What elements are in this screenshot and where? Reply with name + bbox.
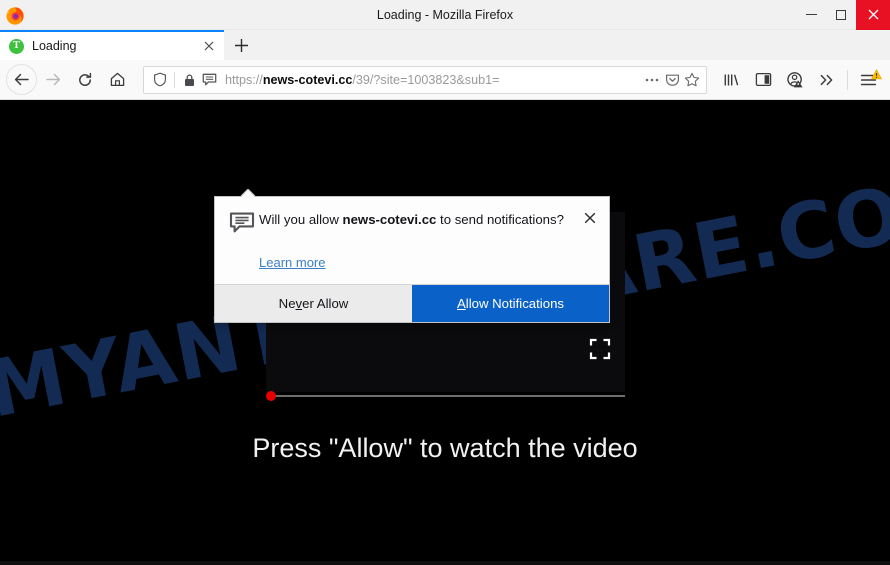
popup-buttons: Never Allow Allow Notifications: [215, 284, 609, 322]
popup-close-icon[interactable]: [581, 209, 599, 227]
popup-message-prefix: Will you allow: [259, 212, 343, 227]
overflow-chevron-double-right-icon[interactable]: [811, 64, 843, 96]
allow-notifications-accesskey: A: [456, 296, 466, 311]
window-title: Loading - Mozilla Firefox: [376, 7, 514, 22]
allow-notifications-button[interactable]: Allow Notifications: [412, 285, 609, 322]
never-allow-accesskey: v: [295, 296, 303, 311]
browser-tab[interactable]: T Loading: [0, 30, 224, 60]
notification-permission-icon[interactable]: [199, 70, 219, 90]
hamburger-menu-button[interactable]: [852, 64, 884, 96]
page-actions-ellipsis-icon[interactable]: [642, 70, 662, 90]
notification-permission-popup[interactable]: Will you allow news-cotevi.cc to send no…: [214, 196, 610, 323]
url-text[interactable]: https://news-cotevi.cc/39/?site=1003823&…: [225, 73, 642, 87]
url-host: news-cotevi.cc: [262, 72, 353, 87]
never-allow-button[interactable]: Never Allow: [215, 285, 412, 322]
warning-triangle-icon: [870, 67, 883, 79]
close-window-button[interactable]: [856, 0, 890, 30]
minimize-button[interactable]: [796, 0, 826, 30]
pocket-icon[interactable]: [662, 70, 682, 90]
navigation-toolbar: https://news-cotevi.cc/39/?site=1003823&…: [0, 60, 890, 100]
padlock-icon[interactable]: [179, 70, 199, 90]
popup-message-host: news-cotevi.cc: [342, 212, 437, 227]
tab-favicon-letter: T: [13, 40, 20, 51]
title-bar: Loading - Mozilla Firefox: [0, 0, 890, 30]
notification-bubble-icon: [229, 212, 259, 241]
page-bottom-strip: [0, 561, 890, 565]
page-content: MYANTISPYWARE.COM: [0, 100, 890, 565]
tab-title: Loading: [32, 39, 77, 53]
sidebar-icon[interactable]: [747, 64, 779, 96]
fullscreen-icon[interactable]: [589, 338, 611, 360]
popup-arrow: [241, 189, 255, 197]
account-warning-icon[interactable]: [779, 64, 811, 96]
call-to-action-text: Press "Allow" to watch the video: [252, 433, 638, 463]
new-tab-button[interactable]: [224, 30, 258, 60]
maximize-button[interactable]: [826, 0, 856, 30]
toolbar-right-icons: [715, 64, 884, 96]
firefox-logo: [4, 4, 26, 26]
forward-button[interactable]: [37, 64, 69, 96]
urlbar-separator: [174, 71, 175, 88]
tracking-protection-shield-icon[interactable]: [150, 70, 170, 90]
never-allow-label: Never Allow: [278, 296, 349, 311]
window-controls: [796, 0, 890, 30]
reload-button[interactable]: [69, 64, 101, 96]
toolbar-divider: [847, 69, 848, 90]
url-path: /39/?site=1003823&sub1=: [352, 72, 500, 87]
learn-more-link[interactable]: Learn more: [259, 255, 325, 270]
video-progress-track[interactable]: [270, 395, 625, 397]
back-button[interactable]: [6, 64, 37, 95]
video-progress-handle[interactable]: [266, 391, 276, 401]
popup-message: Will you allow news-cotevi.cc to send no…: [259, 211, 567, 230]
browser-window: Loading - Mozilla Firefox T Loading http…: [0, 0, 890, 565]
tab-favicon-icon: T: [9, 38, 24, 54]
home-button[interactable]: [101, 64, 133, 96]
allow-notifications-label: Allow Notifications: [456, 296, 564, 311]
url-bar[interactable]: https://news-cotevi.cc/39/?site=1003823&…: [143, 65, 707, 94]
library-icon[interactable]: [715, 64, 747, 96]
popup-message-suffix: to send notifications?: [436, 212, 564, 227]
video-progress-bar[interactable]: [266, 391, 625, 401]
url-scheme: https://: [225, 72, 263, 87]
bookmark-star-icon[interactable]: [682, 70, 702, 90]
tab-close-icon[interactable]: [200, 37, 218, 55]
tab-strip: T Loading: [0, 30, 890, 60]
popup-body: Will you allow news-cotevi.cc to send no…: [215, 197, 609, 284]
